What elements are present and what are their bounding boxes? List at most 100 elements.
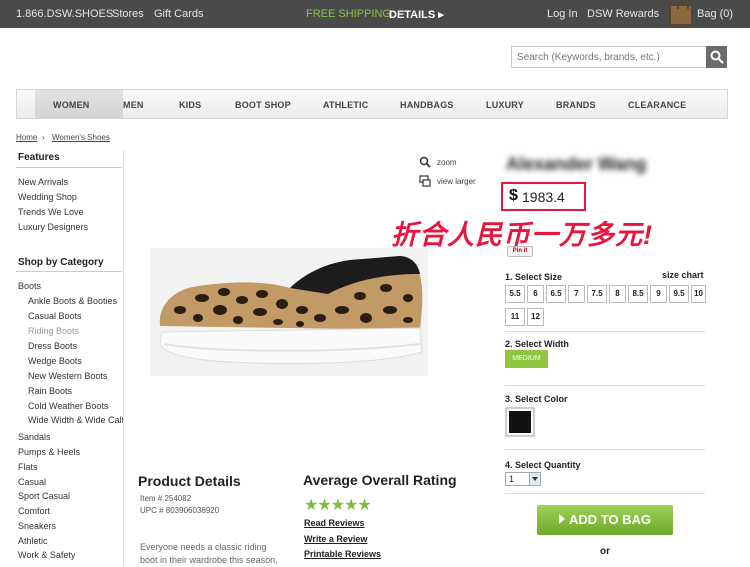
size-option[interactable]: 6.5 bbox=[546, 285, 566, 303]
bag-link[interactable]: Bag (0) bbox=[697, 8, 733, 20]
breadcrumb-home[interactable]: Home bbox=[16, 133, 37, 142]
select-width-label: 2. Select Width bbox=[505, 339, 569, 349]
quantity-select[interactable]: 1 bbox=[505, 472, 541, 486]
sidebar-item-trends[interactable]: Trends We Love bbox=[18, 207, 84, 217]
view-larger-icon[interactable] bbox=[419, 175, 431, 187]
login-link[interactable]: Log In bbox=[547, 8, 578, 20]
width-medium-button[interactable]: MEDIUM bbox=[505, 350, 548, 368]
sidebar-item-rain-boots[interactable]: Rain Boots bbox=[28, 386, 72, 396]
select-color-label: 3. Select Color bbox=[505, 394, 568, 404]
sidebar-item-pumps[interactable]: Pumps & Heels bbox=[18, 447, 80, 457]
add-to-bag-label: ADD TO BAG bbox=[568, 512, 652, 527]
search-icon bbox=[710, 50, 724, 64]
section-divider bbox=[505, 385, 705, 386]
sidebar-item-new-arrivals[interactable]: New Arrivals bbox=[18, 177, 68, 187]
search-input[interactable] bbox=[512, 47, 702, 67]
quantity-value: 1 bbox=[509, 474, 515, 484]
rating-heading: Average Overall Rating bbox=[303, 472, 457, 488]
nav-clearance[interactable]: CLEARANCE bbox=[628, 100, 686, 110]
gift-cards-link[interactable]: Gift Cards bbox=[154, 8, 204, 20]
printable-reviews-link[interactable]: Printable Reviews bbox=[304, 549, 381, 559]
top-bar: 1.866.DSW.SHOES Stores Gift Cards FREE S… bbox=[0, 0, 750, 28]
zoom-icon[interactable] bbox=[419, 156, 431, 168]
nav-brands[interactable]: BRANDS bbox=[556, 100, 596, 110]
sidebar-item-western-boots[interactable]: New Western Boots bbox=[28, 371, 107, 381]
size-option[interactable]: 8 bbox=[609, 285, 626, 303]
sidebar-item-flats[interactable]: Flats bbox=[18, 462, 38, 472]
sidebar-item-sport-casual[interactable]: Sport Casual bbox=[18, 491, 70, 501]
sidebar-divider bbox=[123, 150, 124, 567]
select-size-label: 1. Select Size bbox=[505, 272, 563, 282]
main-nav: WOMEN MEN KIDS BOOT SHOP ATHLETIC HANDBA… bbox=[16, 89, 728, 119]
sidebar-item-boots[interactable]: Boots bbox=[18, 281, 41, 291]
nav-kids[interactable]: KIDS bbox=[179, 100, 201, 110]
nav-luxury[interactable]: LUXURY bbox=[486, 100, 524, 110]
free-shipping-promo: FREE SHIPPING bbox=[306, 8, 391, 20]
sidebar-item-athletic[interactable]: Athletic bbox=[18, 536, 48, 546]
size-option[interactable]: 8.5 bbox=[628, 285, 648, 303]
sidebar-item-sandals[interactable]: Sandals bbox=[18, 432, 51, 442]
sidebar-item-casual-boots[interactable]: Casual Boots bbox=[28, 311, 82, 321]
size-option[interactable]: 12 bbox=[527, 308, 544, 326]
nav-women[interactable]: WOMEN bbox=[53, 100, 90, 110]
sidebar-item-ankle-boots[interactable]: Ankle Boots & Booties bbox=[28, 296, 117, 306]
upc-number: UPC # 803906038920 bbox=[140, 506, 220, 515]
features-heading: Features bbox=[18, 152, 60, 163]
product-brand: Alexander Wang bbox=[506, 154, 647, 174]
bag-icon[interactable] bbox=[670, 2, 692, 25]
nav-athletic[interactable]: ATHLETIC bbox=[323, 100, 368, 110]
price-value: 1983.4 bbox=[522, 189, 565, 205]
add-to-bag-button[interactable]: ADD TO BAG bbox=[537, 505, 673, 535]
price-currency: $ bbox=[509, 187, 518, 204]
nav-handbags[interactable]: HANDBAGS bbox=[400, 100, 454, 110]
description-line: Everyone needs a classic riding bbox=[140, 542, 267, 552]
price-highlight: $ 1983.4 bbox=[501, 182, 586, 211]
chevron-down-icon bbox=[529, 473, 540, 485]
pin-it-button[interactable]: Pin it bbox=[507, 246, 533, 257]
zoom-link[interactable]: zoom bbox=[437, 158, 457, 167]
size-option[interactable]: 11 bbox=[505, 308, 525, 326]
write-review-link[interactable]: Write a Review bbox=[304, 534, 367, 544]
sidebar-item-wide-width[interactable]: Wide Width & Wide Calf bbox=[28, 415, 123, 425]
sidebar-item-comfort[interactable]: Comfort bbox=[18, 506, 50, 516]
sidebar-item-sneakers[interactable]: Sneakers bbox=[18, 521, 56, 531]
size-option[interactable]: 6 bbox=[527, 285, 544, 303]
select-quantity-label: 4. Select Quantity bbox=[505, 460, 581, 470]
search-button[interactable] bbox=[706, 46, 727, 68]
size-option[interactable]: 7 bbox=[568, 285, 585, 303]
rewards-link[interactable]: DSW Rewards bbox=[587, 8, 659, 20]
size-option[interactable]: 10 bbox=[691, 285, 706, 303]
sidebar-item-wedge-boots[interactable]: Wedge Boots bbox=[28, 356, 82, 366]
size-option[interactable]: 5.5 bbox=[505, 285, 525, 303]
phone-number[interactable]: 1.866.DSW.SHOES bbox=[16, 8, 113, 20]
sidebar-item-work-safety[interactable]: Work & Safety bbox=[18, 550, 75, 560]
nav-men[interactable]: MEN bbox=[123, 100, 144, 110]
color-swatch-black[interactable] bbox=[505, 407, 535, 437]
product-image[interactable] bbox=[150, 248, 428, 376]
size-option[interactable]: 9.5 bbox=[669, 285, 689, 303]
category-rule bbox=[16, 271, 122, 272]
category-heading: Shop by Category bbox=[18, 257, 104, 268]
features-rule bbox=[16, 167, 122, 168]
sidebar-item-dress-boots[interactable]: Dress Boots bbox=[28, 341, 77, 351]
shipping-details-link[interactable]: DETAILS ▸ bbox=[389, 8, 444, 21]
sidebar-item-wedding-shop[interactable]: Wedding Shop bbox=[18, 192, 77, 202]
sidebar-item-casual[interactable]: Casual bbox=[18, 477, 46, 487]
section-divider bbox=[505, 493, 705, 494]
search-box bbox=[511, 46, 707, 68]
breadcrumb-separator-icon: › bbox=[42, 133, 45, 142]
sidebar-item-luxury-designers[interactable]: Luxury Designers bbox=[18, 222, 88, 232]
nav-boot-shop[interactable]: BOOT SHOP bbox=[235, 100, 291, 110]
breadcrumb-womens-shoes[interactable]: Women's Shoes bbox=[52, 133, 110, 142]
section-divider bbox=[505, 331, 705, 332]
sidebar-item-cold-weather-boots[interactable]: Cold Weather Boots bbox=[28, 401, 108, 411]
size-chart-link[interactable]: size chart bbox=[662, 270, 704, 280]
stores-link[interactable]: Stores bbox=[112, 8, 144, 20]
size-option[interactable]: 9 bbox=[650, 285, 667, 303]
size-option[interactable]: 7.5 bbox=[587, 285, 607, 303]
or-separator: or bbox=[600, 546, 610, 557]
view-larger-link[interactable]: view larger bbox=[437, 177, 476, 186]
arrow-right-icon bbox=[558, 514, 565, 524]
sidebar-item-riding-boots[interactable]: Riding Boots bbox=[28, 326, 79, 336]
read-reviews-link[interactable]: Read Reviews bbox=[304, 518, 365, 528]
